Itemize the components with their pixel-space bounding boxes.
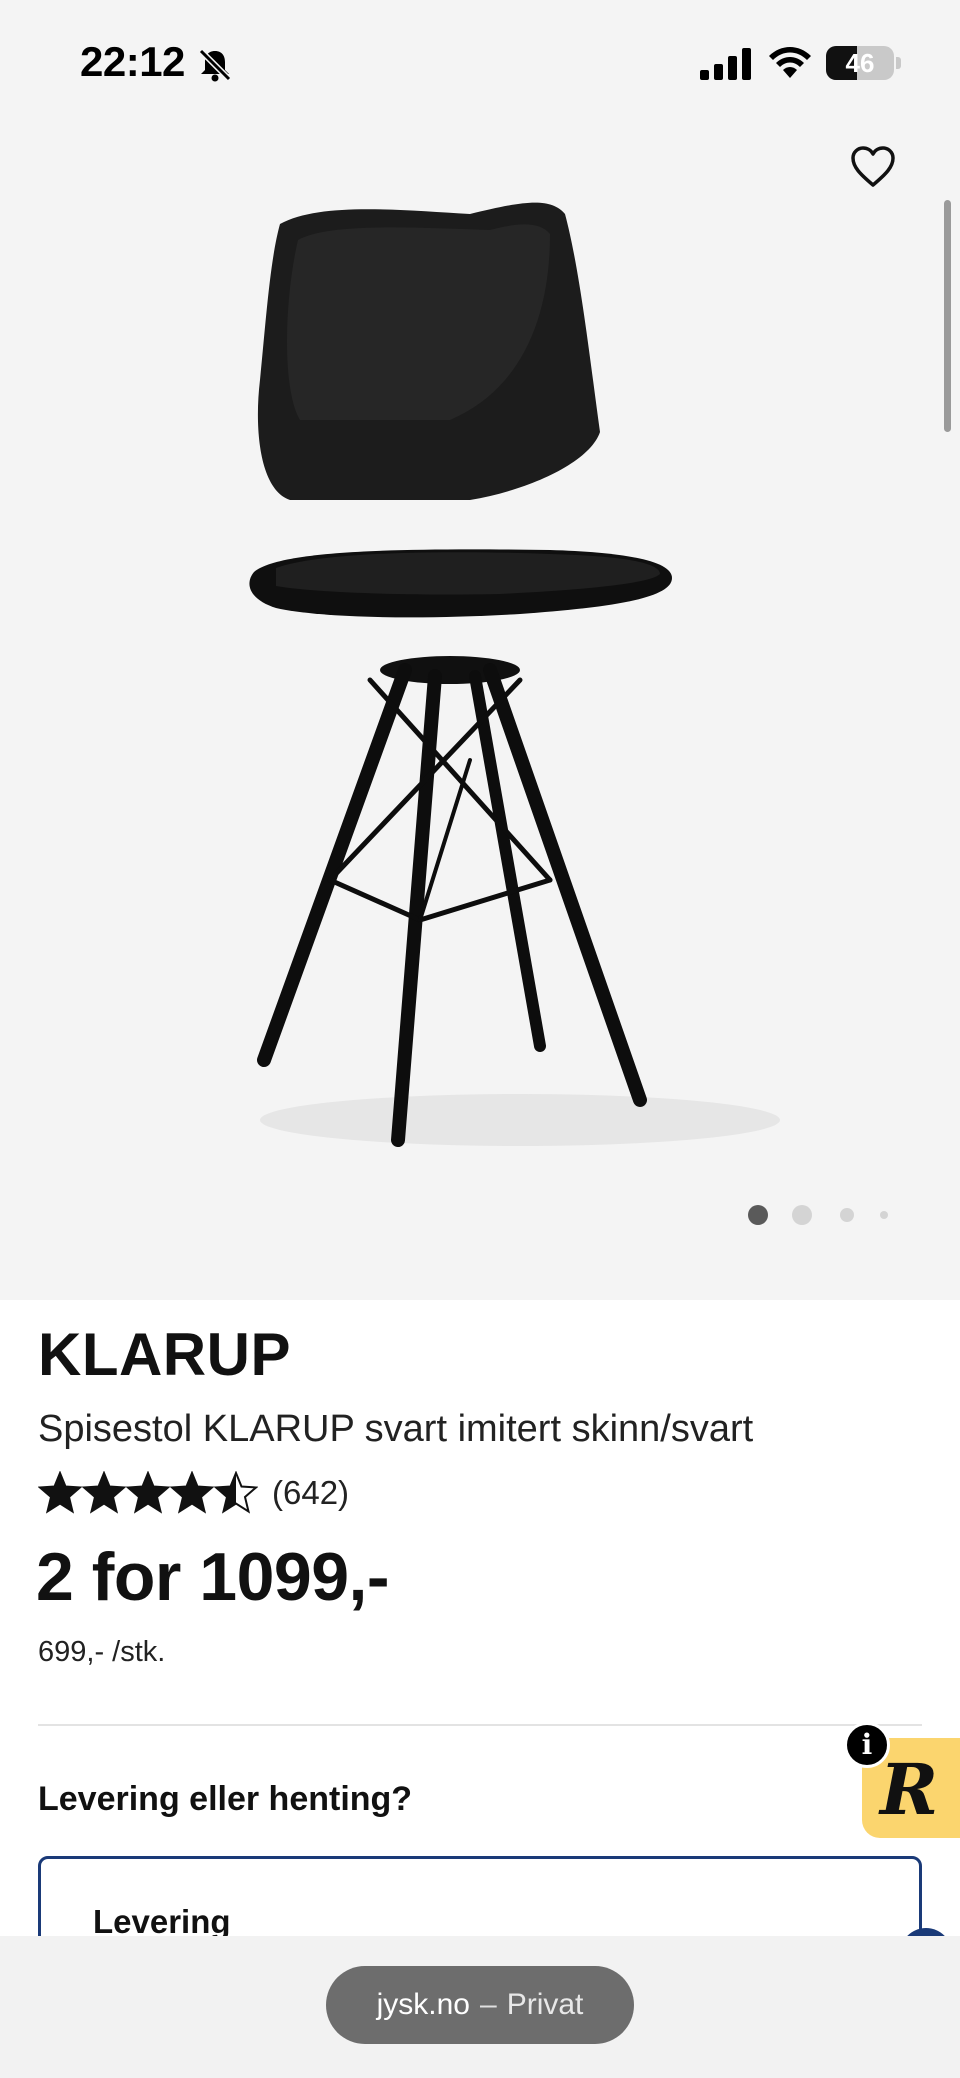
rating-star-4 bbox=[169, 1471, 215, 1514]
battery-level: 46 bbox=[845, 48, 875, 78]
rating-stars bbox=[38, 1471, 258, 1514]
widget-logo-letter: R bbox=[880, 1748, 939, 1831]
product-image-area[interactable] bbox=[0, 0, 960, 1300]
info-icon[interactable]: i bbox=[844, 1722, 890, 1768]
wifi-icon bbox=[769, 47, 811, 78]
carousel-dot-3[interactable] bbox=[840, 1208, 854, 1222]
price-per-unit: 699,- /stk. bbox=[38, 1636, 166, 1668]
product-subtitle: Spisestol KLARUP svart imitert skinn/sva… bbox=[38, 1408, 754, 1450]
battery-tip bbox=[896, 57, 901, 69]
delivery-heading: Levering eller henting? bbox=[38, 1780, 413, 1818]
cellular-signal-icon bbox=[700, 48, 751, 80]
product-image-chair bbox=[249, 202, 780, 1147]
browsing-mode: Privat bbox=[506, 1988, 584, 2021]
carousel-dot-1[interactable] bbox=[748, 1205, 768, 1225]
product-title: KLARUP bbox=[38, 1321, 291, 1388]
carousel-dots[interactable] bbox=[748, 1204, 896, 1228]
rating-star-2 bbox=[81, 1471, 127, 1514]
url-address-pill[interactable]: jysk.no – Privat bbox=[326, 1966, 634, 2044]
status-time: 22:12 bbox=[80, 38, 185, 85]
status-bar: 22:12 46 bbox=[0, 0, 960, 130]
carousel-dot-4[interactable] bbox=[880, 1211, 888, 1219]
review-count[interactable]: (642) bbox=[272, 1474, 349, 1512]
rating-star-1 bbox=[38, 1471, 83, 1514]
rating-star-3 bbox=[125, 1471, 171, 1514]
url-separator: – bbox=[480, 1988, 497, 2021]
carousel-dot-2[interactable] bbox=[792, 1205, 812, 1225]
bell-slash-icon bbox=[198, 48, 232, 82]
price-main: 2 for 1099,- bbox=[36, 1539, 390, 1615]
favorite-button[interactable] bbox=[846, 140, 900, 194]
scroll-indicator[interactable] bbox=[944, 200, 951, 432]
divider bbox=[38, 1724, 922, 1726]
heart-outline-icon bbox=[851, 146, 895, 187]
battery-indicator: 46 bbox=[826, 46, 894, 80]
url-domain: jysk.no bbox=[376, 1988, 470, 2021]
rating-row[interactable]: (642) bbox=[38, 1468, 349, 1518]
rating-star-5 bbox=[213, 1471, 258, 1514]
